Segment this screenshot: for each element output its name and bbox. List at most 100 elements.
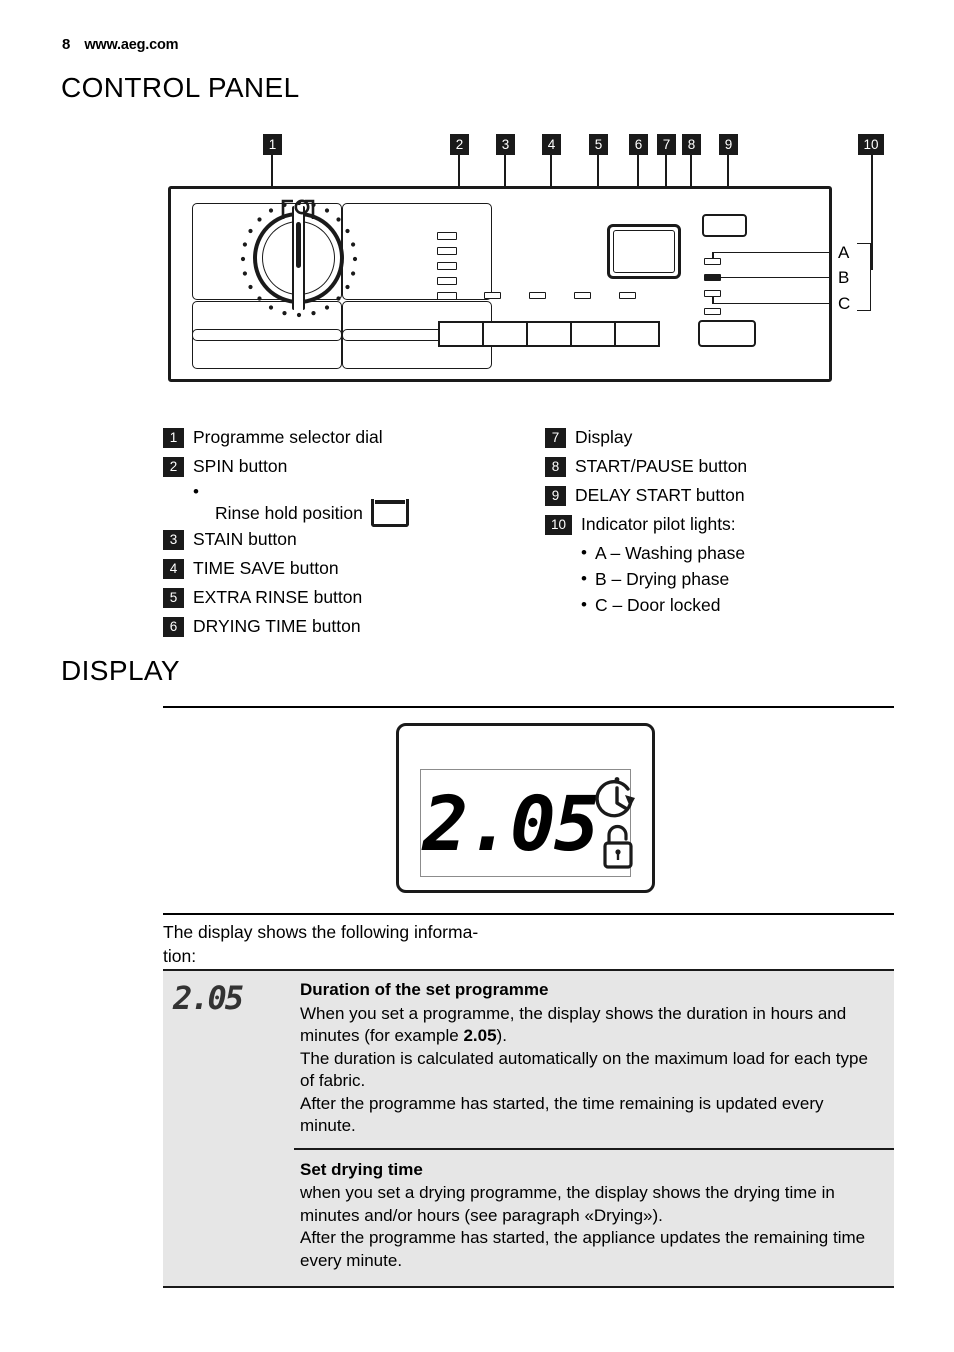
control-panel-heading: CONTROL PANEL bbox=[61, 72, 300, 103]
door-lock-icon bbox=[603, 824, 633, 869]
display-section-rule bbox=[163, 706, 894, 708]
legend-item-3: 3 STAIN button bbox=[163, 529, 543, 551]
legend-item-5: 5 EXTRA RINSE button bbox=[163, 587, 543, 609]
table-cell-text: Duration of the set programme When you s… bbox=[294, 971, 894, 1148]
display-illustration-value: 2.05 bbox=[422, 778, 599, 868]
legend-right-column: 7 Display 8 START/PAUSE button 9 DELAY S… bbox=[545, 427, 905, 621]
pilot-label-a: A bbox=[838, 243, 850, 262]
legend-label-5: EXTRA RINSE button bbox=[193, 587, 363, 607]
power-io-icon bbox=[281, 199, 315, 219]
callout-badge-1: 1 bbox=[263, 134, 282, 155]
pilot-label-c: C bbox=[838, 294, 851, 313]
info-intro-text: The display shows the following informa-… bbox=[163, 922, 479, 966]
legend-bullet: • bbox=[193, 482, 199, 501]
legend-item-9: 9 DELAY START button bbox=[545, 485, 905, 507]
legend-sublabel-b: B – Drying phase bbox=[594, 569, 730, 589]
legend-item-4: 4 TIME SAVE button bbox=[163, 558, 543, 580]
legend-item-1: 1 Programme selector dial bbox=[163, 427, 543, 449]
legend-subitem-c: • C – Door locked bbox=[581, 595, 905, 615]
legend-badge-4: 4 bbox=[163, 559, 184, 579]
pilot-leader-c-v bbox=[712, 296, 714, 304]
extra-rinse-button[interactable] bbox=[572, 323, 616, 345]
legend-bullet-a: • bbox=[581, 543, 587, 562]
drying-time-button[interactable] bbox=[616, 323, 658, 345]
legend-label-8: START/PAUSE button bbox=[575, 456, 748, 476]
spin-level-pip-4 bbox=[437, 277, 457, 285]
legend-badge-7: 7 bbox=[545, 428, 566, 448]
start-pause-button[interactable] bbox=[698, 320, 756, 347]
legend-badge-9: 9 bbox=[545, 486, 566, 506]
legend-badge-3: 3 bbox=[163, 530, 184, 550]
display-illustration-value-wrap: 2.05 bbox=[422, 777, 599, 869]
stain-pip bbox=[484, 292, 501, 299]
table-row-value: 2.05 bbox=[173, 979, 244, 1017]
page-number: 8 bbox=[62, 36, 71, 53]
stain-button[interactable] bbox=[484, 323, 528, 345]
display-information-table: 2.05 Duration of the set programme When … bbox=[163, 969, 894, 1288]
legend-label-1: Programme selector dial bbox=[193, 427, 383, 447]
legend-item-8: 8 START/PAUSE button bbox=[545, 456, 905, 478]
legend-item-6: 6 DRYING TIME button bbox=[163, 616, 543, 638]
callout-badge-9: 9 bbox=[719, 134, 738, 155]
table-row-title: Duration of the set programme bbox=[300, 980, 549, 999]
legend-subitem-rinse-hold: • Rinse hold position bbox=[193, 482, 543, 527]
legend-sublabel-a: A – Washing phase bbox=[594, 543, 746, 563]
callout-badge-2: 2 bbox=[450, 134, 469, 155]
pilot-leader-a bbox=[712, 252, 832, 254]
callout-badge-4: 4 bbox=[542, 134, 561, 155]
legend-badge-6: 6 bbox=[163, 617, 184, 637]
legend-badge-10: 10 bbox=[545, 515, 572, 535]
pilot-leader-b bbox=[712, 277, 832, 279]
legend-label-7: Display bbox=[575, 427, 633, 447]
legend-badge-5: 5 bbox=[163, 588, 184, 608]
legend-subitem-b: • B – Drying phase bbox=[581, 569, 905, 589]
legend-subitem-a: • A – Washing phase bbox=[581, 543, 905, 563]
legend-sublabel-c: C – Door locked bbox=[594, 595, 721, 615]
table-row-body: when you set a drying programme, the dis… bbox=[300, 1183, 866, 1270]
legend-label-4: TIME SAVE button bbox=[193, 558, 339, 578]
table-cell-text: Set drying time when you set a drying pr… bbox=[294, 1147, 894, 1287]
table-row-title: Set drying time bbox=[300, 1159, 423, 1179]
legend-label-6: DRYING TIME button bbox=[193, 616, 361, 636]
table-cell-icon bbox=[163, 1148, 294, 1287]
legend-item-7: 7 Display bbox=[545, 427, 905, 449]
extra-rinse-pip bbox=[574, 292, 591, 299]
callout-badge-8: 8 bbox=[682, 134, 701, 155]
legend-badge-1: 1 bbox=[163, 428, 184, 448]
spin-level-pip-1 bbox=[437, 232, 457, 240]
table-cell-icon: 2.05 bbox=[163, 971, 294, 1148]
time-save-button[interactable] bbox=[528, 323, 572, 345]
table-row-body: When you set a programme, the display sh… bbox=[300, 1003, 868, 1136]
rinse-hold-icon bbox=[370, 499, 409, 527]
drying-time-pip bbox=[619, 292, 636, 299]
fascia-bottom-left bbox=[192, 329, 342, 369]
legend-left-column: 1 Programme selector dial 2 SPIN button … bbox=[163, 427, 543, 645]
fascia-top-right bbox=[342, 203, 492, 300]
spin-level-pip-5 bbox=[437, 292, 457, 300]
pilot-group-bracket bbox=[857, 243, 871, 311]
legend-label-10: Indicator pilot lights: bbox=[581, 514, 736, 534]
info-section-rule bbox=[163, 913, 894, 915]
table-row: Set drying time when you set a drying pr… bbox=[163, 1147, 894, 1287]
display-illustration-icons bbox=[595, 777, 635, 869]
callout-badge-10: 10 bbox=[858, 134, 884, 155]
spin-level-pip-3 bbox=[437, 262, 457, 270]
legend-sublabel-rinse-hold: Rinse hold position bbox=[215, 503, 363, 523]
delay-start-clock-icon bbox=[595, 777, 635, 818]
display-heading: DISPLAY bbox=[61, 655, 180, 686]
pilot-leader-a-v bbox=[712, 252, 714, 259]
pilot-leader-c bbox=[712, 303, 832, 305]
time-save-pip bbox=[529, 292, 546, 299]
option-button-row[interactable] bbox=[438, 321, 660, 347]
pilot-light-extra bbox=[704, 308, 721, 315]
legend-item-2: 2 SPIN button bbox=[163, 456, 543, 478]
legend-badge-8: 8 bbox=[545, 457, 566, 477]
legend-label-9: DELAY START button bbox=[575, 485, 745, 505]
table-row: 2.05 Duration of the set programme When … bbox=[163, 971, 894, 1148]
delay-start-button[interactable] bbox=[702, 214, 747, 237]
legend-label-2: SPIN button bbox=[193, 456, 288, 476]
legend-label-3: STAIN button bbox=[193, 529, 297, 549]
spin-button[interactable] bbox=[440, 323, 484, 345]
legend-badge-2: 2 bbox=[163, 457, 184, 477]
pilot-label-b: B bbox=[838, 268, 850, 287]
